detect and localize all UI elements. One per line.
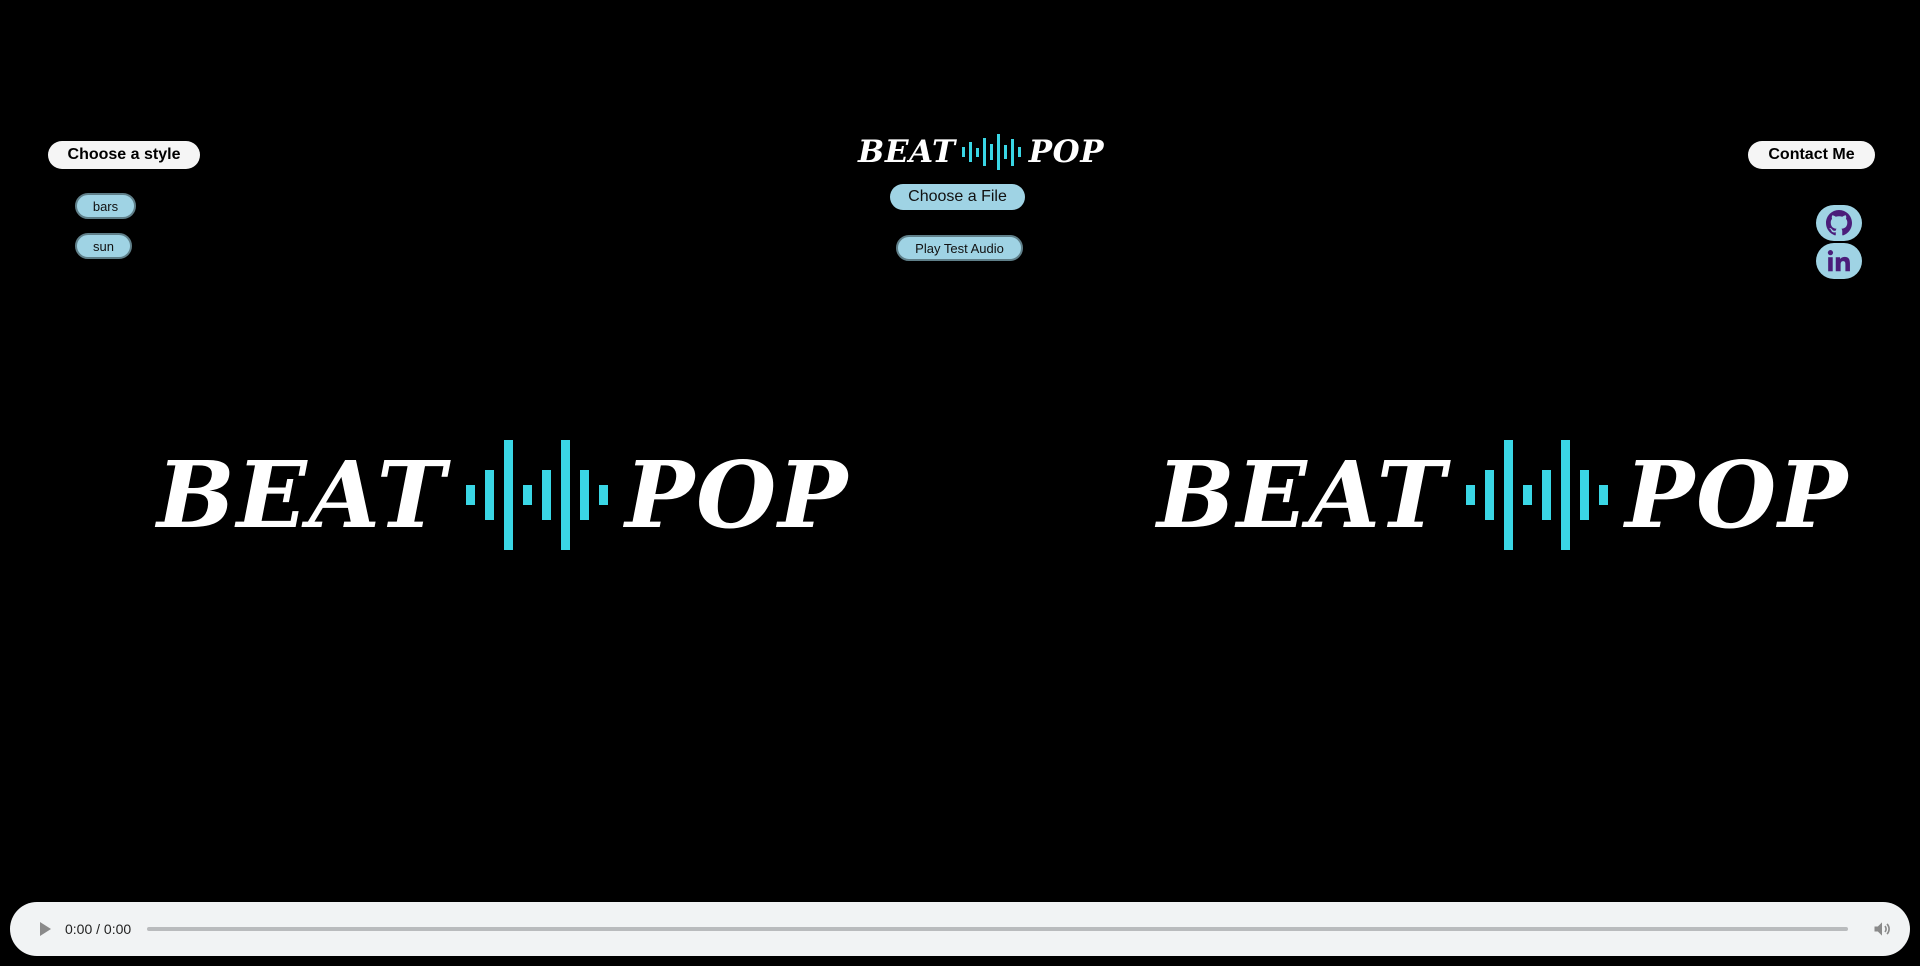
logo-word-pop: POP [625,441,850,549]
logo-word-beat: BEAT [858,134,956,170]
soundwave-icon [960,134,1023,170]
choose-style-header[interactable]: Choose a style [48,141,200,169]
github-link[interactable] [1816,205,1862,241]
logo-word-beat: BEAT [157,441,448,549]
style-sun-button[interactable]: sun [75,233,132,259]
logo-word-beat: BEAT [1157,441,1448,549]
volume-icon[interactable] [1872,919,1892,939]
page: Choose a style bars sun BEAT POP Choose … [0,0,1920,966]
logo-word-pop: POP [1028,134,1105,170]
linkedin-icon [1827,250,1850,272]
play-test-audio-button[interactable]: Play Test Audio [896,235,1023,261]
logo-word-pop: POP [1625,441,1850,549]
header-logo: BEAT POP [858,134,1104,170]
play-icon[interactable] [40,922,51,936]
github-icon [1826,210,1852,236]
style-bars-button[interactable]: bars [75,193,136,219]
visualizer-logo-left: BEAT POP [157,440,849,550]
audio-player: 0:00 / 0:00 [10,902,1910,956]
time-display: 0:00 / 0:00 [65,921,132,937]
contact-me-button[interactable]: Contact Me [1748,141,1875,169]
soundwave-icon [461,440,613,550]
progress-bar[interactable] [147,927,1848,931]
soundwave-icon [1461,440,1613,550]
linkedin-link[interactable] [1816,243,1862,279]
visualizer-logo-right: BEAT POP [1157,440,1849,550]
choose-file-button[interactable]: Choose a File [890,184,1025,210]
